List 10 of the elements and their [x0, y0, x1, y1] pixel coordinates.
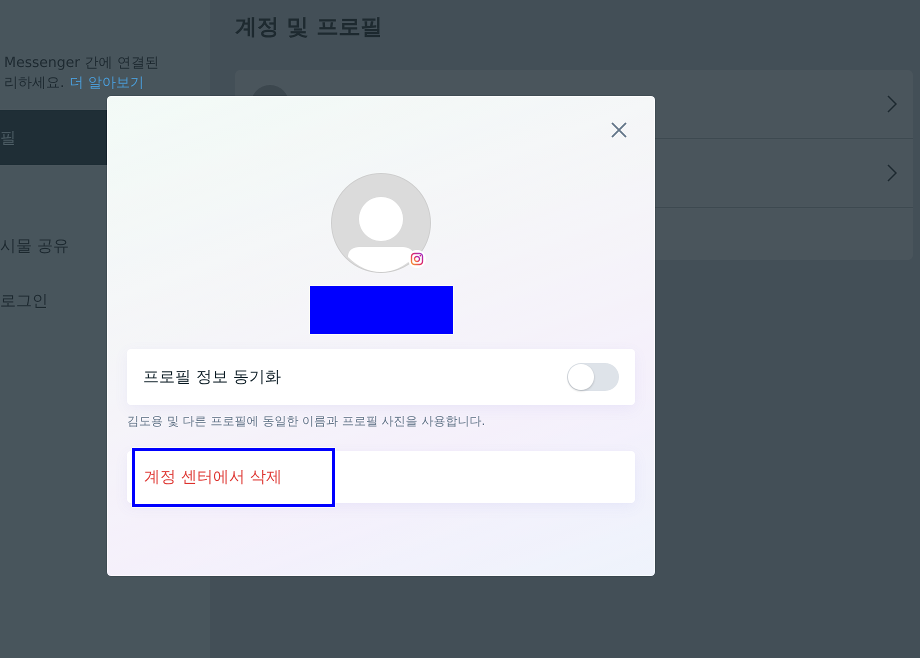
hint-text: 김도용 및 다른 프로필에 동일한 이름과 프로필 사진을 사용합니다.: [127, 413, 486, 430]
sync-label: 프로필 정보 동기화: [143, 366, 282, 388]
camera-badge-icon: [408, 250, 426, 268]
learn-more-link[interactable]: 더 알아보기: [69, 75, 144, 91]
delete-button[interactable]: 계정 센터에서 삭제: [132, 448, 335, 506]
close-icon[interactable]: [611, 122, 627, 138]
avatar-silhouette-icon: [331, 173, 431, 273]
chevron-right-icon[interactable]: [887, 95, 897, 113]
sync-toggle[interactable]: [567, 363, 619, 391]
chevron-right-icon[interactable]: [887, 164, 897, 182]
